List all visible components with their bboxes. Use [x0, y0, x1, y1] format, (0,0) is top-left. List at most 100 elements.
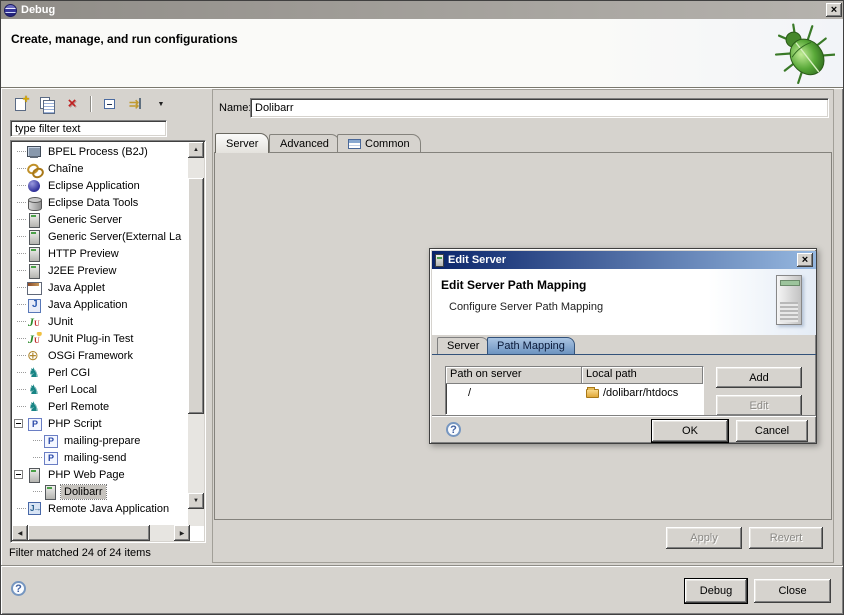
tree-item[interactable]: HTTP Preview	[13, 245, 188, 262]
php-server-icon	[43, 485, 58, 499]
tree-item[interactable]: mailing-prepare	[13, 432, 188, 449]
server-icon	[27, 230, 42, 244]
menu-dropdown-icon[interactable]: ▼	[151, 95, 171, 113]
tree-item[interactable]: J2EE Preview	[13, 262, 188, 279]
name-input[interactable]	[250, 98, 829, 118]
scroll-down-icon[interactable]: ▼	[188, 493, 204, 509]
tree-item[interactable]: Java Applet	[13, 279, 188, 296]
scroll-left-icon[interactable]: ◀	[12, 525, 28, 541]
tree-item[interactable]: Java Application	[13, 296, 188, 313]
hscroll-thumb[interactable]	[28, 525, 150, 541]
filter-input[interactable]	[10, 120, 167, 137]
path-mapping-table[interactable]: Path on server Local path //dolibarr/htd…	[445, 366, 704, 415]
delete-icon[interactable]: ×	[62, 95, 82, 113]
duplicate-icon[interactable]	[36, 95, 56, 113]
eclipse-icon	[4, 4, 17, 17]
tree-item[interactable]: JUnit	[13, 313, 188, 330]
edit-button[interactable]: Edit	[716, 395, 802, 415]
sphere-icon	[27, 179, 42, 193]
edit-server-dialog: Edit Server × Edit Server Path Mapping C…	[429, 248, 817, 444]
tree-item[interactable]: Perl CGI	[13, 364, 188, 381]
scroll-up-icon[interactable]: ▲	[188, 142, 204, 158]
tree-item[interactable]: PHP Web Page	[13, 466, 188, 483]
remote-java-icon	[27, 502, 42, 516]
tree-item-label: Chaîne	[45, 162, 86, 176]
db-icon	[27, 196, 42, 210]
osgi-icon	[27, 349, 42, 363]
tree-item[interactable]: Perl Remote	[13, 398, 188, 415]
tree-item[interactable]: Perl Local	[13, 381, 188, 398]
close-icon[interactable]: ×	[826, 3, 842, 17]
ok-button[interactable]: OK	[652, 420, 728, 442]
tab-server[interactable]: Server	[215, 133, 269, 153]
dialog-tab-path-mapping[interactable]: Path Mapping	[487, 337, 575, 354]
dialog-tab-server[interactable]: Server	[437, 337, 489, 354]
tree-item[interactable]: PHP Script	[13, 415, 188, 432]
tree-item[interactable]: BPEL Process (B2J)	[13, 143, 188, 160]
tree-item[interactable]: Eclipse Application	[13, 177, 188, 194]
column-local-path[interactable]: Local path	[582, 367, 703, 384]
tree-item[interactable]: JUnit Plug-in Test	[13, 330, 188, 347]
tree-vscrollbar[interactable]: ▲ ▼	[188, 142, 204, 526]
applet-icon	[27, 281, 42, 295]
banner: Create, manage, and run configurations	[1, 19, 844, 87]
camel-icon	[27, 400, 42, 414]
collapse-all-icon[interactable]	[99, 95, 119, 113]
table-row[interactable]: //dolibarr/htdocs	[446, 384, 703, 401]
tree-item[interactable]: Remote Java Application	[13, 500, 188, 517]
tree-item-label: Eclipse Application	[45, 179, 143, 193]
tree-item[interactable]: Chaîne	[13, 160, 188, 177]
vscroll-thumb[interactable]	[188, 178, 204, 414]
tab-advanced[interactable]: Advanced	[269, 134, 340, 153]
tree-item[interactable]: Dolibarr	[13, 483, 188, 500]
close-button[interactable]: Close	[754, 579, 831, 603]
bug-icon	[773, 21, 835, 85]
tree-hscrollbar[interactable]: ◀ ▶	[12, 525, 190, 541]
close-icon[interactable]: ×	[797, 253, 813, 267]
configurations-toolbar: × ⇉ ▼	[10, 92, 171, 116]
java-icon	[27, 298, 42, 312]
debug-button[interactable]: Debug	[685, 579, 747, 603]
banner-text: Create, manage, and run configurations	[11, 32, 238, 46]
tree-item-label: JUnit	[45, 315, 76, 329]
filter-icon[interactable]: ⇉	[125, 95, 145, 113]
config-tree: BPEL Process (B2J) Chaîne Eclipse Applicat…	[13, 143, 188, 525]
tree-item-label: Perl Remote	[45, 400, 112, 414]
camel-icon	[27, 366, 42, 380]
tree-item-label: J2EE Preview	[45, 264, 119, 278]
tree-item-label: JUnit Plug-in Test	[45, 332, 136, 346]
tree-item[interactable]: Eclipse Data Tools	[13, 194, 188, 211]
server-icon	[27, 213, 42, 227]
server-icon	[27, 264, 42, 278]
dialog-titlebar: Edit Server ×	[432, 251, 816, 269]
dialog-title: Edit Server	[448, 254, 797, 266]
revert-button[interactable]: Revert	[749, 527, 823, 549]
tree-item-label: Eclipse Data Tools	[45, 196, 141, 210]
column-path-on-server[interactable]: Path on server	[446, 367, 582, 384]
tree-item-label: Perl Local	[45, 383, 100, 397]
tree-item[interactable]: Generic Server(External La	[13, 228, 188, 245]
tree-item-label: BPEL Process (B2J)	[45, 145, 151, 159]
tree-item[interactable]: mailing-send	[13, 449, 188, 466]
bpel-icon	[27, 145, 42, 159]
tree-item-label: PHP Web Page	[45, 468, 128, 482]
junit-plugin-icon	[27, 332, 42, 346]
help-icon[interactable]: ?	[11, 581, 26, 596]
tree-item[interactable]: Generic Server	[13, 211, 188, 228]
collapse-toggle-icon[interactable]	[14, 419, 23, 428]
junit-icon	[27, 315, 42, 329]
new-configuration-icon[interactable]	[10, 95, 30, 113]
scroll-right-icon[interactable]: ▶	[174, 525, 190, 541]
help-icon[interactable]: ?	[446, 422, 461, 437]
add-button[interactable]: Add	[716, 367, 802, 388]
tab-common[interactable]: Common	[337, 134, 421, 153]
apply-button[interactable]: Apply	[666, 527, 742, 549]
server-tower-image	[776, 275, 802, 325]
cancel-button[interactable]: Cancel	[736, 420, 808, 442]
php-file-icon	[43, 434, 58, 448]
tree-item[interactable]: OSGi Framework	[13, 347, 188, 364]
tree-item-label: Generic Server(External La	[45, 230, 184, 244]
collapse-toggle-icon[interactable]	[14, 470, 23, 479]
tree-item-label: HTTP Preview	[45, 247, 122, 261]
php-file-icon	[43, 451, 58, 465]
